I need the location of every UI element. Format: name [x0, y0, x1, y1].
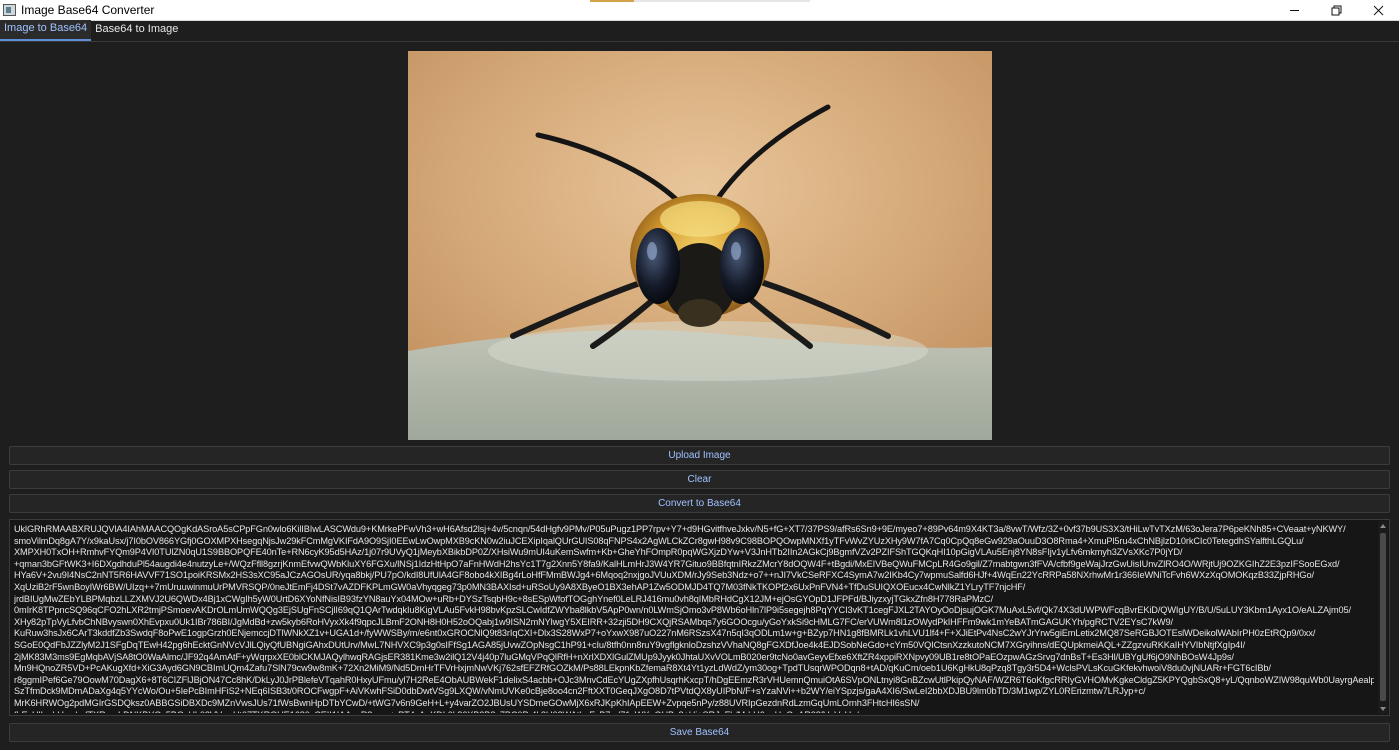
- close-icon: [1373, 5, 1383, 16]
- base64-line: XqUziB2rF5wnBoyIWr6BW/UIzq++7mUruuwinmuU…: [14, 581, 1026, 592]
- base64-line: jrdBIUgMwZEbYLBPMqbzLLZXMVJ2U6QWDx4Bj1xC…: [14, 593, 994, 604]
- taskbar-strip: [634, 0, 810, 2]
- base64-line: UklGRhRMAABXRUJQVlA4IAhMAACQOgKdASroA5sC…: [14, 524, 1346, 534]
- base64-line: SzTfmDck9MDmADaXg4q5YYcWo/Ou+5IePcBImHFi…: [14, 686, 1146, 697]
- close-button[interactable]: [1357, 0, 1399, 21]
- base64-output-text: UklGRhRMAABXRUJQVlA4IAhMAACQOgKdASroA5sC…: [14, 524, 1374, 713]
- restore-button[interactable]: [1315, 0, 1357, 21]
- minimize-button[interactable]: [1273, 0, 1315, 21]
- base64-line: r8ggmIPef6Ge79OowM70DagX6+8T6CIZFlJBjON4…: [14, 674, 1374, 685]
- tab-base64-to-image[interactable]: Base64 to Image: [91, 20, 182, 41]
- scroll-down-icon[interactable]: [1380, 707, 1386, 711]
- title-bar: Image Base64 Converter: [0, 0, 1399, 21]
- minimize-icon: [1289, 10, 1299, 11]
- convert-to-base64-button[interactable]: Convert to Base64: [9, 494, 1390, 513]
- base64-line: MrK6HRWOg2pdMGIrGSDQksz0ABBGSiDBXDc9MZnV…: [14, 697, 920, 708]
- base64-line: +qman3bGFtWK3+I6DXgdhduPl54augdi4e4nutzy…: [14, 558, 1340, 569]
- window-title: Image Base64 Converter: [21, 3, 155, 17]
- window-controls: [1273, 0, 1399, 21]
- tab-image-to-base64[interactable]: Image to Base64: [0, 20, 92, 41]
- base64-output-textarea[interactable]: UklGRhRMAABXRUJQVlA4IAhMAACQOgKdASroA5sC…: [9, 519, 1390, 716]
- restore-icon: [1331, 5, 1341, 16]
- base64-line: SGoE0QdFbJZZlyM2J1SFgDqTEwH42pg6hEcktGnN…: [14, 639, 1246, 650]
- image-preview: [408, 51, 992, 440]
- bee-photo: [408, 51, 992, 440]
- taskbar-highlight: [590, 0, 634, 2]
- scroll-thumb[interactable]: [1380, 533, 1386, 701]
- base64-line: smoVilmDq8gA7Y/x9kaUsx/j7I0bOV866YGfj0GO…: [14, 535, 1304, 546]
- base64-line: XHy82pTpVyLfvbChNBvyswn0XhEvpxu0Uk1IBr78…: [14, 616, 1173, 627]
- base64-line: 2jMK83M3ms9EgMqbAVjSA8tO0WaAlmc/JF92q4Am…: [14, 651, 1234, 662]
- upload-image-button[interactable]: Upload Image: [9, 446, 1390, 465]
- clear-button[interactable]: Clear: [9, 470, 1390, 489]
- tab-bar: Image to Base64 Base64 to Image: [0, 20, 1399, 42]
- app-icon: [3, 4, 16, 16]
- base64-line: Mn9HQnoZR5VD+PcAKugXfd+XiG3Ayd6GN9CBImUQ…: [14, 663, 1271, 674]
- output-scrollbar[interactable]: [1378, 521, 1388, 714]
- scroll-up-icon[interactable]: [1380, 524, 1386, 528]
- save-base64-button[interactable]: Save Base64: [9, 723, 1390, 742]
- base64-line: fbEsUlIwrhHewhvfTXRmqhDNKBYOc5BQzUh02VVv…: [14, 710, 1374, 714]
- base64-line: 0mIrK8TPpncSQ96qCFO2hLXR2tmjPSmoevAKDrOL…: [14, 605, 1351, 616]
- base64-line: HYa6V+2vu9I4NsC2nNT5R6HAVVF71SO1poiKRSMx…: [14, 570, 1314, 581]
- base64-line: XMPXH0TxOH+RmhvFYQm9P4VI0TUlZN0qU1S9BBOP…: [14, 547, 1183, 558]
- base64-line: KuRuw3hsJx6CArT3kddfZb3SwdqF8oPwE1ogpGrz…: [14, 628, 1316, 639]
